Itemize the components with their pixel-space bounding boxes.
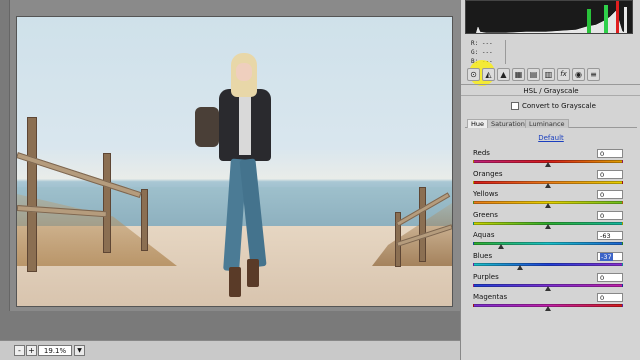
camera-calibration-icon[interactable]: ◉ bbox=[572, 68, 585, 81]
convert-to-grayscale-checkbox[interactable] bbox=[511, 102, 519, 110]
hsl-icon[interactable]: ▦ bbox=[512, 68, 525, 81]
photo-subject-woman bbox=[195, 53, 281, 299]
convert-to-grayscale-row[interactable]: Convert to Grayscale bbox=[511, 101, 596, 111]
slider-label: Aquas bbox=[473, 231, 495, 240]
fx-icon[interactable]: fx bbox=[557, 68, 570, 81]
tab-luminance[interactable]: Luminance bbox=[525, 119, 569, 128]
panel-tab-toolbar: ⊙ ◭ ▲ ▦ ▤ ▥ fx ◉ ≡ bbox=[465, 68, 637, 82]
fence-post bbox=[103, 153, 111, 253]
tone-curve-icon[interactable]: ◭ bbox=[482, 68, 495, 81]
fence-post bbox=[27, 117, 37, 272]
slider-label: Magentas bbox=[473, 293, 508, 302]
slider-yellows: Yellows 0 bbox=[473, 190, 636, 210]
panel-title: HSL / Grayscale bbox=[461, 84, 640, 96]
slider-value-field[interactable]: 0 bbox=[597, 190, 623, 200]
slider-thumb[interactable] bbox=[545, 306, 551, 312]
slider-blues: Blues -37 bbox=[473, 252, 636, 272]
slider-label: Purples bbox=[473, 272, 499, 281]
detail-icon[interactable]: ▲ bbox=[497, 68, 510, 81]
fence-post bbox=[141, 189, 148, 251]
slider-value-field[interactable]: 0 bbox=[597, 272, 623, 282]
slider-thumb[interactable] bbox=[497, 244, 504, 250]
slider-thumb[interactable] bbox=[545, 285, 551, 291]
image-canvas-area bbox=[0, 0, 463, 340]
tab-hue[interactable]: Hue bbox=[467, 119, 489, 128]
slider-value-field[interactable]: 0 bbox=[597, 293, 623, 303]
slider-label: Blues bbox=[473, 252, 493, 260]
boot-right bbox=[247, 259, 259, 287]
slider-purples: Purples 0 bbox=[473, 272, 636, 293]
slider-aquas: Aquas -63 bbox=[473, 231, 636, 251]
slider-track[interactable] bbox=[473, 263, 623, 266]
slider-value-field[interactable]: 0 bbox=[597, 210, 623, 220]
slider-magentas: Magentas 0 bbox=[473, 293, 636, 313]
backpack bbox=[195, 107, 219, 147]
slider-value-field[interactable]: 0 bbox=[597, 149, 623, 158]
slider-value-field[interactable]: -63 bbox=[597, 231, 623, 241]
slider-thumb[interactable] bbox=[545, 162, 551, 167]
slider-value-field[interactable]: -37 bbox=[597, 252, 623, 261]
slider-thumb[interactable] bbox=[517, 265, 524, 270]
basic-icon[interactable]: ⊙ bbox=[467, 68, 480, 81]
slider-label: Greens bbox=[473, 210, 498, 219]
zoom-out-button[interactable]: - bbox=[14, 345, 25, 356]
readout-divider bbox=[505, 40, 506, 64]
readout-g: G: --- bbox=[471, 49, 493, 56]
slider-label: Yellows bbox=[473, 190, 499, 199]
slider-label: Reds bbox=[473, 149, 490, 157]
presets-icon[interactable]: ≡ bbox=[587, 68, 600, 81]
slider-reds: Reds 0 bbox=[473, 149, 636, 169]
shirt bbox=[239, 93, 251, 155]
slider-track[interactable] bbox=[473, 242, 623, 246]
readout-r: R: --- bbox=[471, 40, 493, 47]
histogram-graph bbox=[476, 1, 627, 33]
face bbox=[236, 63, 252, 81]
split-toning-icon[interactable]: ▤ bbox=[527, 68, 540, 81]
slider-label: Oranges bbox=[473, 169, 503, 178]
fence-post bbox=[419, 187, 426, 262]
lens-icon[interactable]: ▥ bbox=[542, 68, 555, 81]
slider-greens: Greens 0 bbox=[473, 210, 636, 231]
hsl-tabs: Hue Saturation Luminance bbox=[465, 118, 637, 128]
zoom-dropdown-button[interactable]: ▼ bbox=[74, 345, 85, 356]
tab-saturation[interactable]: Saturation bbox=[487, 119, 529, 128]
convert-to-grayscale-label: Convert to Grayscale bbox=[522, 102, 596, 110]
adjustments-panel: R: --- G: --- B: --- ⊙◭▲▦▤▥fx◉≡ HSL / Gr… bbox=[460, 0, 640, 360]
slider-value-field[interactable]: 0 bbox=[597, 169, 623, 179]
zoom-in-button[interactable]: + bbox=[26, 345, 37, 356]
slider-oranges: Oranges 0 bbox=[473, 169, 636, 190]
status-bar: - + 19.1% ▼ bbox=[0, 340, 460, 360]
slider-thumb[interactable] bbox=[545, 203, 551, 209]
default-link[interactable]: Default bbox=[461, 134, 640, 142]
jeans-right-leg bbox=[239, 158, 267, 268]
preview-photo[interactable] bbox=[16, 16, 453, 307]
slider-thumb[interactable] bbox=[545, 223, 551, 229]
zoom-level-field[interactable]: 19.1% bbox=[38, 345, 72, 356]
boot-left bbox=[229, 267, 241, 297]
histogram bbox=[465, 0, 633, 34]
slider-thumb[interactable] bbox=[545, 182, 551, 188]
